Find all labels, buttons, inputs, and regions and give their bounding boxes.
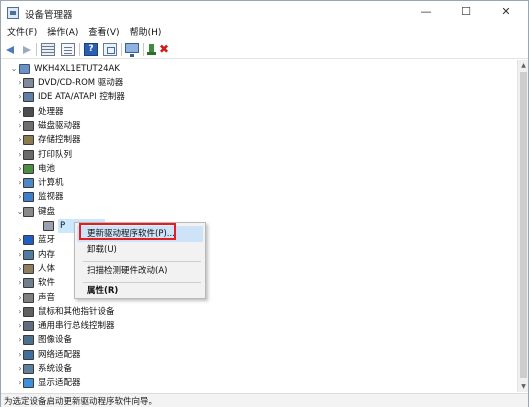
menu-bar: 文件(F) 操作(A) 查看(V) 帮助(H) (1, 25, 528, 41)
maximize-button[interactable]: ☐ (451, 1, 481, 23)
tree-item[interactable]: ⌄ 键盘 (1, 205, 517, 219)
tree-item-label: 磁盘驱动器 (38, 120, 81, 131)
tree-item-label: 存储控制器 (38, 135, 81, 146)
tree-item-label: 监视器 (38, 192, 64, 203)
tree-item[interactable]: › 通用串行总线控制器 (1, 319, 517, 333)
uninstall-icon[interactable]: ✖ (157, 43, 171, 56)
tree-item-label: 系统设备 (38, 364, 73, 374)
menu-scan-hardware[interactable]: 扫描检测硬件改动(A) (77, 263, 203, 279)
forward-icon[interactable] (19, 43, 33, 56)
tree-item-label: 内存 (38, 249, 56, 260)
system-device-icon (23, 364, 34, 374)
vertical-scrollbar[interactable]: ▲ ▼ (517, 60, 528, 392)
tree-item-label: 电池 (38, 163, 56, 174)
tree-item-label: 软件 (38, 278, 56, 289)
scrollbar-thumb[interactable] (520, 72, 527, 378)
minimize-button[interactable]: — (411, 1, 441, 23)
tree-item[interactable]: › 显示适配器 (1, 376, 517, 390)
status-bar: 为选定设备启动更新驱动程序软件向导。 (1, 393, 528, 407)
device-manager-window: 设备管理器 — ☐ ✕ 文件(F) 操作(A) 查看(V) 帮助(H) ? ✖ … (0, 0, 529, 407)
menu-help[interactable]: 帮助(H) (124, 25, 166, 41)
tree-item-label: 处理器 (38, 106, 64, 117)
bluetooth-icon (23, 235, 34, 246)
tree-item[interactable]: › 存储控制器 (1, 133, 517, 147)
menu-separator (83, 261, 201, 262)
usb-controller-icon (23, 321, 34, 332)
software-device-icon (23, 278, 34, 289)
highlight-box (79, 223, 176, 240)
network-adapter-icon (23, 349, 34, 360)
scan-hardware-icon[interactable] (103, 43, 117, 56)
memory-icon (23, 249, 34, 260)
tree-item[interactable]: › 监视器 (1, 190, 517, 204)
sound-icon (23, 292, 34, 303)
tree-item[interactable]: › 处理器 (1, 105, 517, 119)
chevron-down-icon[interactable]: ⌄ (9, 62, 19, 76)
tree-item-label: 人体 (38, 263, 56, 274)
menu-uninstall[interactable]: 卸载(U) (77, 242, 203, 258)
help-icon[interactable]: ? (84, 43, 98, 56)
display-adapter-icon (23, 378, 34, 389)
tree-item-label: 通用串行总线控制器 (38, 321, 115, 332)
print-queue-icon (23, 149, 34, 160)
tree-item-label: 显示适配器 (38, 378, 81, 389)
tree-item-label: 网络适配器 (38, 349, 81, 360)
disk-drive-icon (23, 120, 34, 131)
close-button[interactable]: ✕ (491, 1, 521, 23)
keyboard-device-icon (43, 221, 54, 231)
tree-root[interactable]: ⌄ WKH4XL1ETUT24AK (1, 62, 517, 76)
menu-properties[interactable]: 属性(R) (77, 283, 203, 299)
title-bar[interactable]: 设备管理器 — ☐ ✕ (1, 1, 528, 25)
tree-item-label: 蓝牙 (38, 235, 56, 246)
tree-item-label: 声音 (38, 292, 56, 303)
list-view-icon[interactable] (41, 43, 55, 56)
menu-view[interactable]: 查看(V) (82, 25, 123, 41)
computer-icon (19, 64, 30, 74)
keyboard-icon (23, 206, 34, 217)
toolbar-separator (143, 43, 144, 56)
mouse-icon (23, 306, 34, 317)
monitor-icon (23, 192, 34, 203)
toolbar: ? ✖ (1, 41, 528, 59)
scroll-down-icon[interactable]: ▼ (518, 381, 529, 392)
tree-item-label: 图像设备 (38, 335, 73, 346)
tree-item[interactable]: › 计算机 (1, 176, 517, 190)
device-manager-icon (7, 7, 19, 19)
tree-item[interactable]: › 打印队列 (1, 148, 517, 162)
tree-item-label: 打印队列 (38, 149, 73, 160)
tree-item[interactable]: › 鼠标和其他指针设备 (1, 305, 517, 319)
tree-item[interactable]: › IDE ATA/ATAPI 控制器 (1, 90, 517, 104)
ide-controller-icon (23, 92, 34, 103)
storage-controller-icon (23, 135, 34, 146)
toolbar-separator (121, 43, 122, 56)
tree-item-label: 计算机 (38, 178, 64, 189)
tree-item-label: 鼠标和其他指针设备 (38, 306, 115, 317)
toolbar-separator (36, 43, 37, 56)
dvd-drive-icon (23, 78, 34, 88)
tree-item-label: DVD/CD-ROM 驱动器 (38, 78, 124, 88)
menu-file[interactable]: 文件(F) (1, 25, 41, 41)
tree-item[interactable]: › DVD/CD-ROM 驱动器 (1, 76, 517, 90)
status-text: 为选定设备启动更新驱动程序软件向导。 (4, 397, 158, 407)
battery-icon (23, 163, 34, 174)
processor-icon (23, 106, 34, 117)
monitor-icon[interactable] (125, 43, 139, 57)
back-icon[interactable] (5, 43, 19, 56)
toolbar-separator (79, 43, 80, 56)
tree-item[interactable]: › 网络适配器 (1, 348, 517, 362)
tree-item[interactable]: › 图像设备 (1, 333, 517, 347)
tree-item-label: 键盘 (38, 206, 56, 217)
tree-item[interactable]: › 电池 (1, 162, 517, 176)
tree-item[interactable]: › 系统设备 (1, 362, 517, 376)
tree-item-label: IDE ATA/ATAPI 控制器 (38, 92, 125, 103)
window-title: 设备管理器 (25, 10, 73, 21)
properties-icon[interactable] (61, 43, 75, 56)
tree-item[interactable]: › 磁盘驱动器 (1, 119, 517, 133)
computer-icon (23, 178, 34, 189)
tree-root-label: WKH4XL1ETUT24AK (34, 64, 120, 74)
scroll-up-icon[interactable]: ▲ (518, 60, 529, 71)
menu-action[interactable]: 操作(A) (41, 25, 82, 41)
hid-icon (23, 263, 34, 274)
imaging-device-icon (23, 335, 34, 346)
